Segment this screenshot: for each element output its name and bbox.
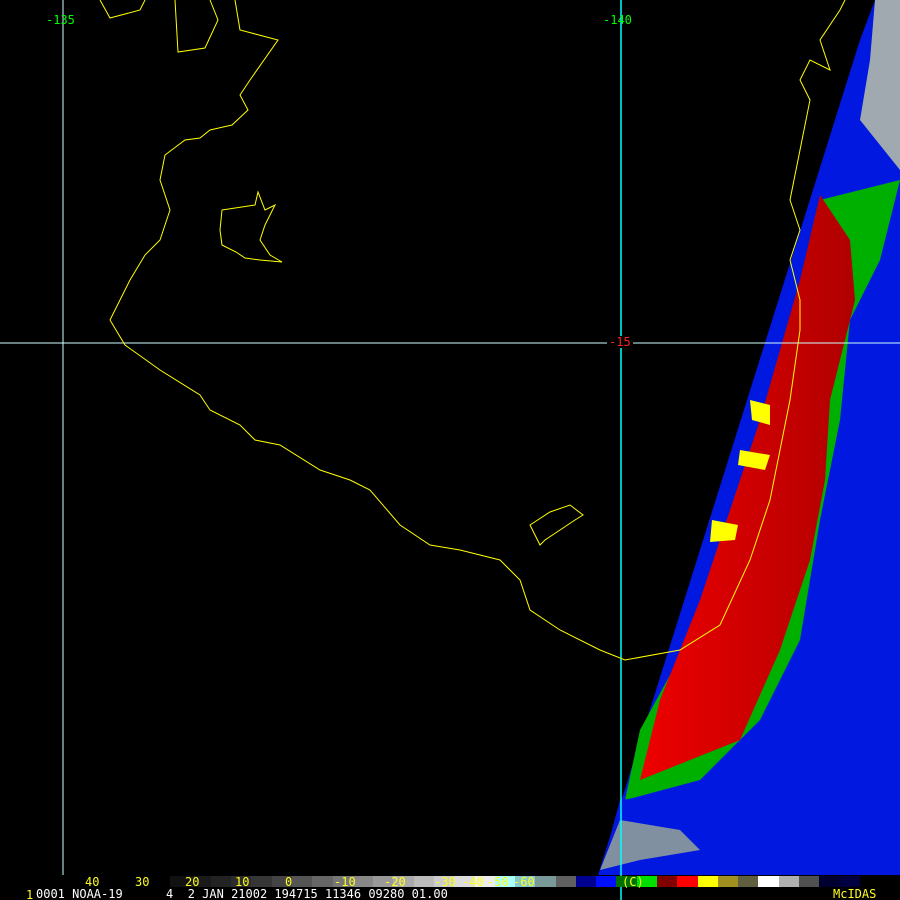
satellite-map — [0, 0, 900, 900]
tick: -60 — [513, 875, 535, 889]
frame-number: 1 — [26, 888, 34, 900]
lon-label-right: -140 — [603, 13, 632, 27]
mcidas-logo: McIDAS — [833, 887, 877, 900]
tick: -40 — [462, 875, 484, 889]
tick-unit: (C) — [622, 875, 644, 889]
image-info: 0001 NOAA-19 4 2 JAN 21002 194715 11346 … — [36, 887, 448, 900]
tick: -50 — [487, 875, 509, 889]
lat-label: -15 — [607, 335, 633, 349]
satellite-image-viewer: -135 -140 -15 40 30 20 10 0 -10 -20 -30 … — [0, 0, 900, 900]
satellite-swath — [598, 0, 900, 875]
lon-label-left: -135 — [46, 13, 75, 27]
